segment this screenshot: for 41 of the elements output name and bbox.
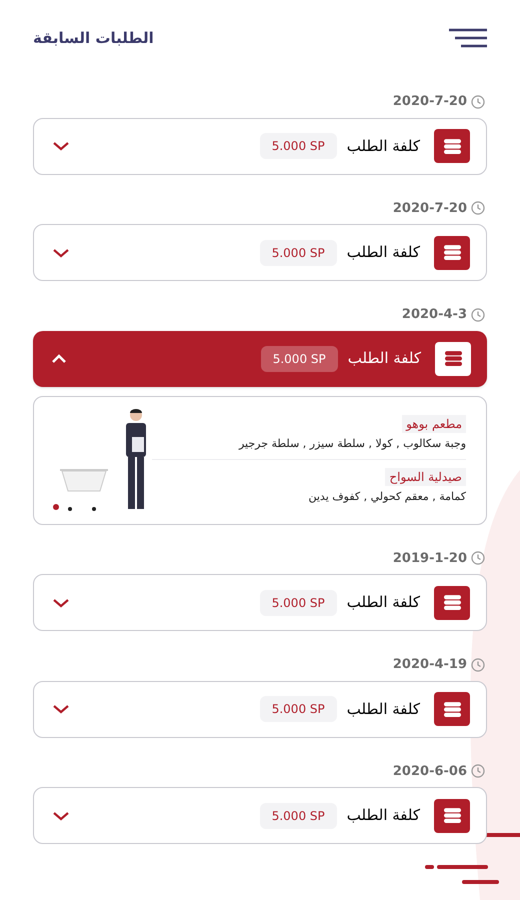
coins-icon: [434, 692, 470, 726]
chevron-down-icon[interactable]: [52, 810, 70, 822]
cost-label: كلفة الطلب: [346, 242, 420, 264]
order-amount: 5.000 SP: [260, 590, 337, 616]
cost-label: كلفة الطلب: [346, 698, 420, 720]
chevron-down-icon[interactable]: [52, 140, 70, 152]
cost-label: كلفة الطلب: [348, 348, 421, 370]
coins-icon: [434, 586, 470, 620]
cost-label: كلفة الطلب: [346, 805, 420, 826]
order-date: 2020-4-19: [392, 656, 467, 674]
chevron-down-icon[interactable]: [52, 246, 70, 258]
order-amount: 5.000 SP: [260, 802, 337, 828]
store-items: كمامة , معقم كحولي , كفوف يدين: [308, 488, 466, 505]
order-date: 2020-6-06: [392, 762, 467, 780]
order-date: 2019-1-20: [392, 550, 467, 568]
clock-icon: [471, 308, 485, 322]
store-name: مطعم بوهو: [402, 415, 466, 433]
chevron-down-icon[interactable]: [52, 596, 70, 608]
order-amount: 5.000 SP: [260, 696, 337, 722]
chevron-down-icon[interactable]: [52, 703, 70, 715]
clock-icon: [471, 764, 485, 778]
coins-icon: [434, 236, 470, 270]
coins-icon: [434, 129, 470, 163]
menu-icon[interactable]: [449, 28, 487, 48]
order-date: 2020-7-20: [392, 93, 467, 111]
clock-icon: [471, 658, 485, 672]
store-name: صيدلية السواح: [385, 468, 466, 486]
coins-icon: [434, 798, 470, 832]
clock-icon: [471, 551, 485, 566]
clock-icon: [471, 94, 485, 109]
store-items: وجبة سكالوب , كولا , سلطة سيزر , سلطة جرجير: [238, 436, 466, 452]
order-amount: 5.000 SP: [260, 133, 337, 159]
order-amount: 5.000 SP: [260, 346, 338, 372]
page-title: الطلبات السابقة: [33, 28, 154, 49]
order-amount: 5.000 SP: [260, 240, 337, 266]
cost-label: كلفة الطلب: [346, 592, 420, 614]
cost-label: كلفة الطلب: [346, 136, 420, 157]
coins-icon: [435, 342, 471, 376]
clock-icon: [471, 201, 485, 216]
order-date: 2020-4-3: [402, 306, 467, 324]
order-date: 2020-7-20: [392, 200, 467, 218]
